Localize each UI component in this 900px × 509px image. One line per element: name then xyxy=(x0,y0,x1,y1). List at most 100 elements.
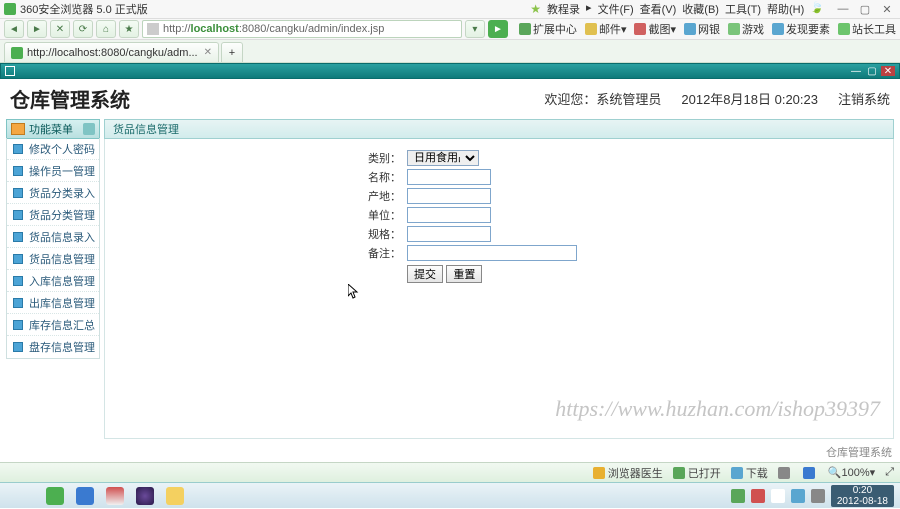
ext-bank[interactable]: 网银 xyxy=(684,21,720,37)
arrow-icon: ▸ xyxy=(586,1,592,17)
sidebar-item-stock[interactable]: 库存信息汇总 xyxy=(7,314,99,336)
url-scheme: http:// xyxy=(163,23,191,35)
sidebar-item-operator[interactable]: 操作员一管理 xyxy=(7,160,99,182)
star-icon[interactable]: ★ xyxy=(530,2,541,16)
collapse-icon[interactable] xyxy=(83,123,95,135)
reset-button[interactable]: 重置 xyxy=(446,265,482,283)
menu-tool[interactable]: 工具(T) xyxy=(725,1,761,17)
ext-mail[interactable]: 邮件 ▾ xyxy=(585,21,627,37)
sidebar-item-goods-add[interactable]: 货品信息录入 xyxy=(7,226,99,248)
task-app-eclipse[interactable] xyxy=(132,485,158,507)
login-icon xyxy=(772,23,784,35)
sidebar-item-password[interactable]: 修改个人密码 xyxy=(7,138,99,160)
logout-link[interactable]: 注销系统 xyxy=(838,89,890,108)
select-category[interactable]: 日用食用品 xyxy=(407,150,479,166)
tools-icon xyxy=(838,23,850,35)
sidebar-item-category-mgr[interactable]: 货品分类管理 xyxy=(7,204,99,226)
tray-sound-icon[interactable] xyxy=(811,489,825,503)
check-icon xyxy=(673,467,685,479)
scissors-icon xyxy=(634,23,646,35)
sidebar-item-outbound[interactable]: 出库信息管理 xyxy=(7,292,99,314)
back-button[interactable]: ◄ xyxy=(4,20,24,38)
task-app-360[interactable] xyxy=(42,485,68,507)
status-open[interactable]: 已打开 xyxy=(673,465,721,481)
label-spec: 规格： xyxy=(105,226,407,242)
close-button[interactable]: ✕ xyxy=(878,2,896,16)
go-button[interactable]: ► xyxy=(488,20,508,38)
menu-file[interactable]: 文件(F) xyxy=(598,1,634,17)
inner-min-button[interactable]: — xyxy=(849,66,863,76)
menu-icon xyxy=(11,296,25,310)
tray-shield-icon[interactable] xyxy=(731,489,745,503)
content-panel-title: 货品信息管理 xyxy=(104,119,894,139)
address-bar[interactable]: http://localhost:8080/cangku/admin/index… xyxy=(142,20,462,38)
ext-webmaster[interactable]: 站长工具 xyxy=(838,21,896,37)
maximize-button[interactable]: ▢ xyxy=(856,2,874,16)
stop-button[interactable]: ✕ xyxy=(50,20,70,38)
submit-button[interactable]: 提交 xyxy=(407,265,443,283)
sidebar-item-inventory[interactable]: 盘存信息管理 xyxy=(7,336,99,358)
tray-net-icon[interactable] xyxy=(791,489,805,503)
tab-label: http://localhost:8080/cangku/adm... xyxy=(27,47,198,59)
ext-discover[interactable]: 发现要素 xyxy=(772,21,830,37)
menu-icon xyxy=(11,208,25,222)
menu-icon xyxy=(11,252,25,266)
welcome-text: 欢迎您：系统管理员 xyxy=(544,89,661,108)
inner-window-titlebar: — ▢ ✕ xyxy=(0,63,900,79)
sidebar-item-goods-mgr[interactable]: 货品信息管理 xyxy=(7,248,99,270)
page-icon xyxy=(147,23,159,35)
status-expand[interactable]: ⤢ xyxy=(885,466,894,479)
menu-help[interactable]: 帮助(H) xyxy=(767,1,804,17)
input-name[interactable] xyxy=(407,169,491,185)
doc-icon xyxy=(11,47,23,59)
task-app-red[interactable] xyxy=(102,485,128,507)
menu-view[interactable]: 查看(V) xyxy=(640,1,677,17)
help-dropdown-icon[interactable]: 🍃 xyxy=(810,1,824,17)
sidebar-title: 功能菜单 xyxy=(6,119,100,139)
browser-tab-active[interactable]: http://localhost:8080/cangku/adm... ✕ xyxy=(4,42,219,62)
task-app-explorer[interactable] xyxy=(162,485,188,507)
minimize-button[interactable]: — xyxy=(834,2,852,16)
menu-fav[interactable]: 收藏(B) xyxy=(682,1,719,17)
input-remark[interactable] xyxy=(407,245,577,261)
page-title: 仓库管理系统 xyxy=(10,84,130,113)
start-button[interactable] xyxy=(0,483,40,509)
tray-flag-icon[interactable] xyxy=(771,489,785,503)
sidebar-item-inbound[interactable]: 入库信息管理 xyxy=(7,270,99,292)
input-unit[interactable] xyxy=(407,207,491,223)
ext-capture[interactable]: 截图 ▾ xyxy=(634,21,676,37)
label-remark: 备注： xyxy=(105,245,407,261)
menu-icon xyxy=(11,340,25,354)
inner-max-button[interactable]: ▢ xyxy=(865,66,879,76)
menu-icon xyxy=(11,318,25,332)
menu-tutorial[interactable]: 教程录 xyxy=(547,1,580,17)
input-spec[interactable] xyxy=(407,226,491,242)
status-ie[interactable] xyxy=(803,467,818,479)
menu-icon xyxy=(11,230,25,244)
task-app-ie[interactable] xyxy=(72,485,98,507)
tab-close-icon[interactable]: ✕ xyxy=(204,47,212,58)
window-title: 360安全浏览器 5.0 正式版 xyxy=(20,1,530,17)
bank-icon xyxy=(684,23,696,35)
dropdown-icon[interactable]: ▾ xyxy=(465,20,485,38)
tray-clock[interactable]: 0:20 2012-08-18 xyxy=(831,485,894,507)
mute-icon xyxy=(778,467,790,479)
status-zoom[interactable]: 🔍 100% ▾ xyxy=(828,466,875,479)
tray-red-icon[interactable] xyxy=(751,489,765,503)
inner-close-button[interactable]: ✕ xyxy=(881,66,895,76)
datetime-text: 2012年8月18日 0:20:23 xyxy=(681,89,818,108)
ext-game[interactable]: 游戏 xyxy=(728,21,764,37)
home-button[interactable]: ⌂ xyxy=(96,20,116,38)
refresh-button[interactable]: ⟳ xyxy=(73,20,93,38)
status-sound[interactable] xyxy=(778,467,793,479)
status-download[interactable]: 下载 xyxy=(731,465,768,481)
ie-icon xyxy=(803,467,815,479)
input-origin[interactable] xyxy=(407,188,491,204)
forward-button[interactable]: ► xyxy=(27,20,47,38)
status-doctor[interactable]: 浏览器医生 xyxy=(593,465,663,481)
new-tab-button[interactable]: + xyxy=(221,42,243,62)
menu-icon xyxy=(11,186,25,200)
sidebar-item-category-add[interactable]: 货品分类录入 xyxy=(7,182,99,204)
favorite-button[interactable]: ★ xyxy=(119,20,139,38)
ext-center[interactable]: 扩展中心 xyxy=(519,21,577,37)
